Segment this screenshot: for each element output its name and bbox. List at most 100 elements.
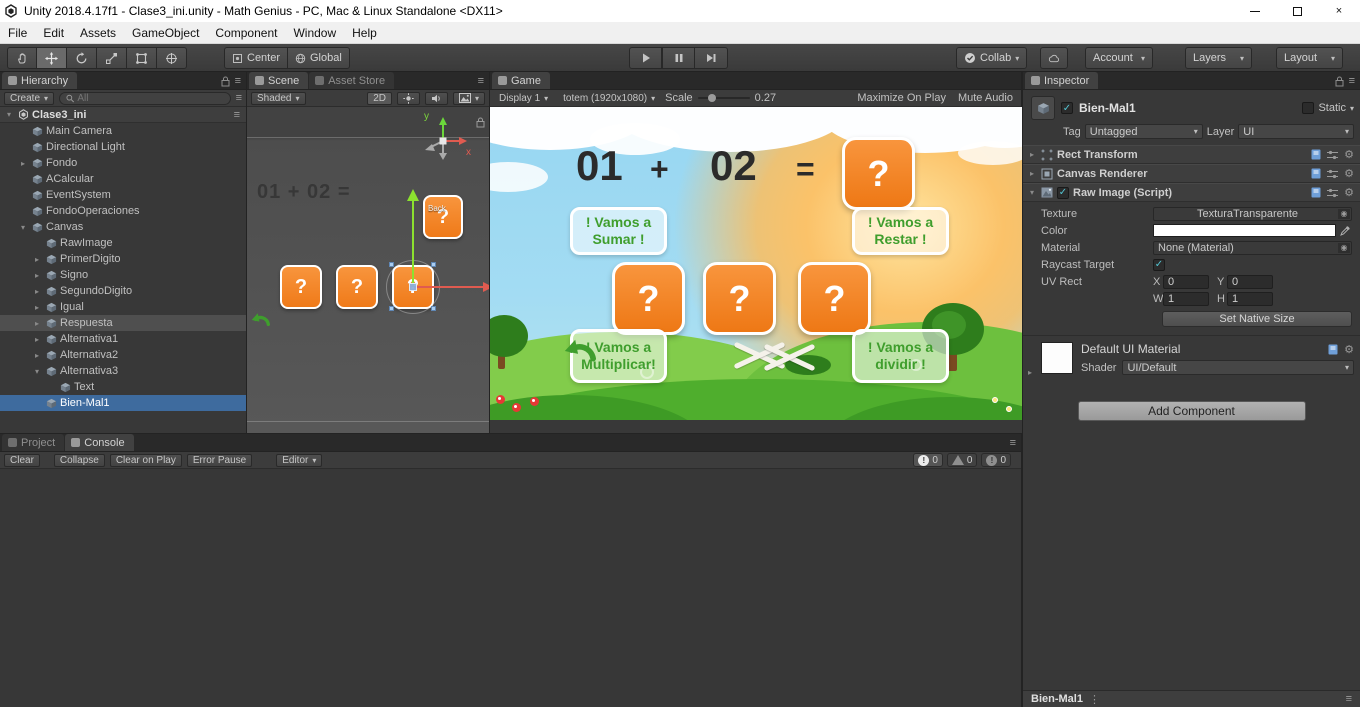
fold-arrow[interactable]: ▸	[32, 335, 42, 344]
static-dropdown[interactable]: Static ▾	[1302, 102, 1354, 114]
set-native-size-button[interactable]: Set Native Size	[1162, 311, 1352, 327]
preview-drag-handle[interactable]: ≡	[1346, 693, 1352, 705]
menu-item[interactable]: File	[0, 22, 35, 44]
material-object-field[interactable]: None (Material) ◉	[1153, 241, 1352, 255]
help-book-icon[interactable]	[1311, 149, 1321, 160]
rotate-tool-button[interactable]	[67, 47, 97, 69]
move-gizmo-center-handle[interactable]	[409, 283, 417, 291]
component-enabled-checkbox[interactable]: ✓	[1057, 187, 1069, 199]
hierarchy-item[interactable]: Bien-Mal1	[0, 395, 246, 411]
fold-arrow[interactable]: ▸	[1027, 169, 1037, 178]
hierarchy-item[interactable]: ▸ Signo	[0, 267, 246, 283]
error-pause-toggle[interactable]: Error Pause	[187, 454, 252, 467]
option-tile-button[interactable]: ?	[703, 262, 776, 335]
game-viewport[interactable]: 01 + 02 = ? ! Vamos a Sumar ! ! Vamos a …	[490, 107, 1022, 420]
fold-arrow[interactable]: ▸	[32, 319, 42, 328]
hierarchy-item[interactable]: ▸ Respuesta	[0, 315, 246, 331]
scene-viewport[interactable]: 01 + 02 = ? Back ? ? ?	[247, 107, 489, 433]
hierarchy-sort-icon[interactable]: ≡	[236, 92, 242, 104]
tab-asset-store[interactable]: Asset Store	[309, 72, 394, 89]
menu-item[interactable]: Help	[344, 22, 385, 44]
layers-dropdown[interactable]: Layers ▾	[1185, 47, 1252, 69]
create-button[interactable]: Create ▾	[4, 92, 54, 105]
help-book-icon[interactable]	[1311, 187, 1321, 198]
fold-arrow[interactable]: ▸	[1028, 368, 1032, 377]
rect-handle[interactable]	[389, 262, 394, 267]
scene-effects-button[interactable]: ▾	[453, 92, 485, 105]
account-dropdown[interactable]: Account ▾	[1085, 47, 1153, 69]
fold-arrow[interactable]: ▾	[1027, 188, 1037, 197]
raw-image-header[interactable]: ▾ ✓ Raw Image (Script) ⚙	[1023, 183, 1360, 202]
help-book-icon[interactable]	[1328, 344, 1338, 355]
eyedropper-icon[interactable]	[1338, 224, 1352, 238]
maximize-button[interactable]	[1276, 0, 1318, 22]
scale-slider[interactable]	[698, 97, 750, 99]
scale-tool-button[interactable]	[97, 47, 127, 69]
restar-button[interactable]: ! Vamos a Restar !	[852, 207, 949, 255]
sumar-button[interactable]: ! Vamos a Sumar !	[570, 207, 667, 255]
fold-arrow[interactable]: ▸	[1027, 150, 1037, 159]
gameobject-name[interactable]: Bien-Mal1	[1079, 101, 1136, 115]
hierarchy-item[interactable]: ▸ Igual	[0, 299, 246, 315]
hierarchy-item[interactable]: ▾ Canvas	[0, 219, 246, 235]
error-filter-toggle[interactable]: ! 0	[981, 453, 1011, 467]
color-swatch[interactable]	[1153, 224, 1336, 237]
canvas-renderer-header[interactable]: ▸ Canvas Renderer ⚙	[1023, 164, 1360, 183]
scale-slider-knob[interactable]	[708, 94, 716, 102]
hierarchy-item[interactable]: ACalcular	[0, 171, 246, 187]
hierarchy-item[interactable]: ▸ Fondo	[0, 155, 246, 171]
option-tile-button[interactable]: ?	[798, 262, 871, 335]
panel-menu-icon[interactable]: ≡	[1010, 437, 1016, 449]
console-log-area[interactable]	[0, 469, 1021, 707]
material-thumbnail[interactable]	[1041, 342, 1073, 374]
preview-bar[interactable]: Bien-Mal1 ⋮ ≡	[1023, 690, 1360, 707]
hierarchy-item[interactable]: FondoOperaciones	[0, 203, 246, 219]
panel-menu-icon[interactable]: ≡	[235, 75, 241, 87]
rect-handle[interactable]	[389, 306, 394, 311]
layer-dropdown[interactable]: UI ▾	[1238, 124, 1354, 139]
clear-button[interactable]: Clear	[4, 454, 40, 467]
gear-icon[interactable]: ⚙	[1344, 343, 1354, 356]
preset-icon[interactable]	[1327, 188, 1338, 198]
fold-arrow[interactable]: ▸	[32, 351, 42, 360]
menu-item[interactable]: GameObject	[124, 22, 207, 44]
resolution-dropdown[interactable]: totem (1920x1080) ▾	[558, 92, 660, 105]
menu-item[interactable]: Assets	[72, 22, 124, 44]
fold-arrow[interactable]: ▾	[18, 223, 28, 232]
raycast-checkbox[interactable]: ✓	[1153, 259, 1165, 271]
texture-object-field[interactable]: TexturaTransparente ◉	[1153, 207, 1352, 221]
lock-icon[interactable]	[1335, 76, 1344, 87]
pivot-toggle-button[interactable]: Center	[224, 47, 288, 69]
uv-x-field[interactable]: 0	[1163, 275, 1209, 289]
active-checkbox[interactable]: ✓	[1061, 102, 1073, 114]
mute-audio-toggle[interactable]: Mute Audio	[958, 92, 1013, 104]
scene-orientation-gizmo[interactable]: y x	[413, 111, 473, 171]
tab-inspector[interactable]: Inspector	[1025, 72, 1098, 89]
menu-item[interactable]: Component	[207, 22, 285, 44]
cloud-button[interactable]	[1040, 47, 1068, 69]
scene-lighting-button[interactable]	[397, 92, 420, 105]
tab-console[interactable]: Console	[65, 434, 133, 451]
step-button[interactable]	[695, 47, 728, 69]
hierarchy-search[interactable]	[59, 92, 231, 105]
hierarchy-item[interactable]: RawImage	[0, 235, 246, 251]
tag-dropdown[interactable]: Untagged ▾	[1085, 124, 1203, 139]
fold-arrow[interactable]: ▸	[32, 255, 42, 264]
tab-scene[interactable]: Scene	[249, 72, 308, 89]
minimize-button[interactable]	[1234, 0, 1276, 22]
uv-h-field[interactable]: 1	[1227, 292, 1273, 306]
clear-on-play-toggle[interactable]: Clear on Play	[110, 454, 182, 467]
hierarchy-item[interactable]: EventSystem	[0, 187, 246, 203]
object-picker-icon[interactable]: ◉	[1338, 209, 1350, 219]
hierarchy-item[interactable]: Main Camera	[0, 123, 246, 139]
hierarchy-item[interactable]: ▸ Alternativa1	[0, 331, 246, 347]
hierarchy-item[interactable]: ▸ Alternativa2	[0, 347, 246, 363]
move-gizmo-y-axis[interactable]	[412, 201, 414, 287]
shader-dropdown[interactable]: UI/Default ▾	[1122, 360, 1354, 375]
uv-y-field[interactable]: 0	[1227, 275, 1273, 289]
collapse-toggle[interactable]: Collapse	[54, 454, 105, 467]
game-back-button[interactable]	[562, 337, 596, 367]
fold-arrow[interactable]: ▸	[32, 303, 42, 312]
hierarchy-item[interactable]: ▸ PrimerDigito	[0, 251, 246, 267]
lock-icon[interactable]	[221, 76, 230, 87]
